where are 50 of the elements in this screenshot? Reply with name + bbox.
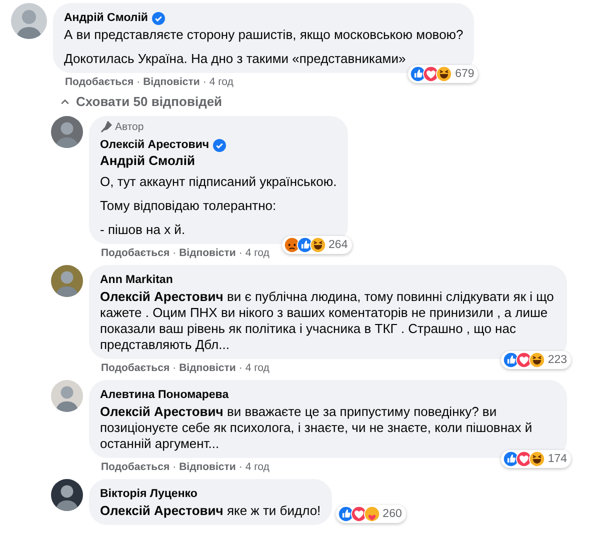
timestamp: 4 год (209, 76, 234, 88)
timestamp: 4 год (245, 461, 270, 473)
laughing-emoji-icon (528, 451, 545, 467)
author-name[interactable]: Олексій Арестович (100, 138, 226, 152)
laughing-emoji-icon (528, 352, 545, 368)
separator-dot: · (172, 362, 176, 374)
avatar[interactable] (51, 479, 83, 511)
comment-text: Олексій Арестович ви є публічна людина, тому повинні слідкувати як і що кажете . Оцим ПНХ ви нікого з ваших коментаторів не принизили , а лише показали ваш рівень як політика і учасника в ТКГ . Страшно , що нас представляють Дбл... (100, 289, 555, 353)
mentioned-name[interactable]: Андрій Смолій (100, 153, 337, 168)
separator-dot: · (172, 247, 176, 259)
author-name[interactable]: Андрій Смолій (64, 12, 166, 24)
reaction-count[interactable]: 264 (282, 236, 352, 254)
reaction-count[interactable]: 679 (408, 65, 478, 83)
comment-text: Олексій Арестович ви вважаєте це за припустиму поведінку? ви позиціонуєте себе як психолога, і знаєте, чи не знаєте, коли пішовнах й останній аргумент... (100, 404, 534, 452)
reaction-count[interactable]: 223 (500, 351, 571, 369)
comment-text: А ви представляєте сторону рашистів, якщо московською мовою? (64, 27, 464, 43)
action-link[interactable]: Подобається (101, 461, 170, 473)
hide-replies-link[interactable]: Сховати 50 відповідей (0, 88, 609, 116)
action-link[interactable]: Подобається (65, 76, 134, 88)
separator-dot: · (136, 76, 140, 88)
hugging-emoji-icon (364, 506, 380, 522)
comment-text: Тому відповідаю толерантно: (100, 198, 278, 214)
action-link[interactable]: Подобається (101, 247, 170, 259)
author-name[interactable]: Алевтина Пономарева (100, 389, 229, 401)
reaction-count[interactable]: 260 (336, 505, 406, 523)
comment-text: О, тут аккаунт підписаний українською. (100, 174, 337, 190)
laughing-emoji-icon (436, 66, 452, 82)
action-link[interactable]: Відповісти (179, 461, 236, 473)
comment-text: - пішов на х й. (100, 222, 186, 238)
separator-dot: · (238, 461, 242, 473)
comment-text: Докотилась Україна. На дно з такими «представниками» (64, 51, 407, 67)
separator-dot: · (238, 362, 242, 374)
action-link[interactable]: Подобається (101, 362, 170, 374)
angry-emoji-icon (284, 237, 300, 253)
like-icon (296, 237, 313, 253)
author-label: Автор (115, 121, 144, 133)
action-link[interactable]: Відповісти (179, 247, 236, 259)
action-link[interactable]: Відповісти (143, 76, 200, 88)
chevron-up-icon (60, 96, 70, 106)
laughing-emoji-icon (310, 237, 326, 253)
author-name[interactable]: Вікторія Луценко (100, 488, 198, 500)
reaction-count[interactable]: 174 (500, 450, 571, 468)
timestamp: 4 год (245, 362, 270, 374)
separator-dot: · (172, 461, 176, 473)
comment-text: Олексій Арестович яке ж ти бидло! (100, 503, 321, 519)
action-link[interactable]: Відповісти (179, 362, 236, 374)
separator-dot: · (238, 247, 242, 259)
separator-dot: · (202, 76, 206, 88)
timestamp: 4 год (245, 247, 270, 259)
author-name[interactable]: Ann Markitan (100, 274, 173, 286)
